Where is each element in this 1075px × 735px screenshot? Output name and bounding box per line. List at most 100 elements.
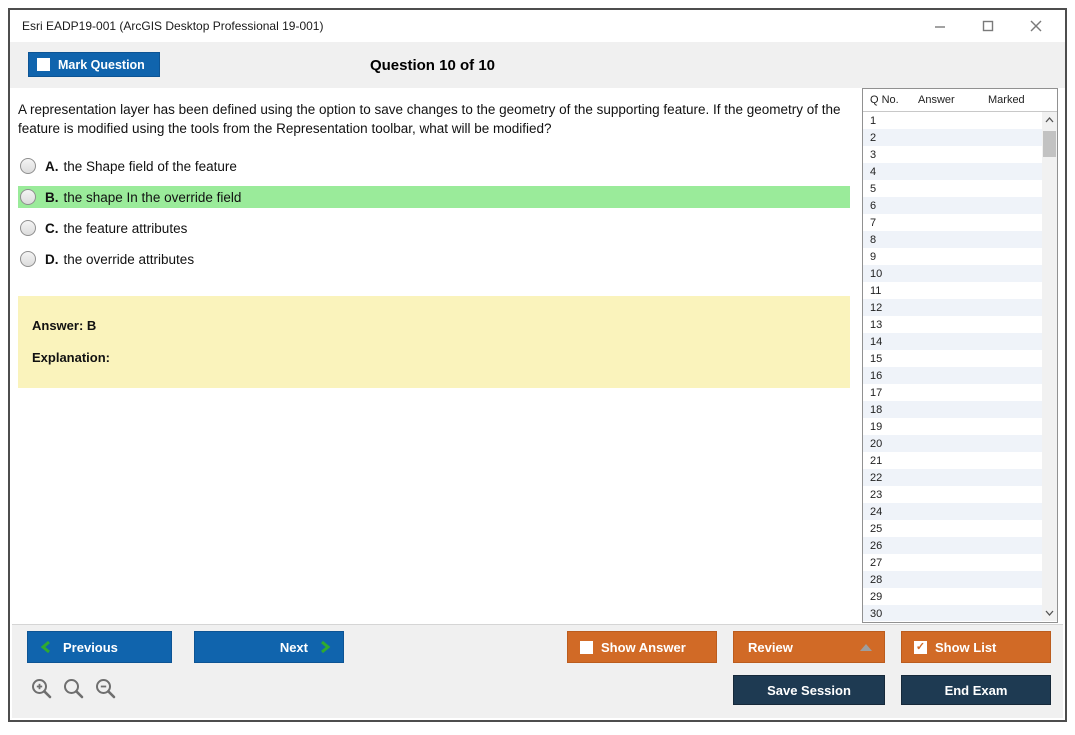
question-list-row[interactable]: 1 xyxy=(863,112,1042,129)
question-list-row[interactable]: 23 xyxy=(863,486,1042,503)
radio-option-b[interactable] xyxy=(20,189,36,205)
question-list-row[interactable]: 7 xyxy=(863,214,1042,231)
question-list-row[interactable]: 19 xyxy=(863,418,1042,435)
answer-line: Answer: B xyxy=(32,318,97,333)
question-list-row[interactable]: 25 xyxy=(863,520,1042,537)
question-list-row[interactable]: 16 xyxy=(863,367,1042,384)
option-text: the override attributes xyxy=(63,251,195,267)
question-list-row[interactable]: 4 xyxy=(863,163,1042,180)
question-list-row[interactable]: 26 xyxy=(863,537,1042,554)
question-list-row[interactable]: 18 xyxy=(863,401,1042,418)
question-list-row[interactable]: 6 xyxy=(863,197,1042,214)
exam-window: Esri EADP19-001 (ArcGIS Desktop Professi… xyxy=(8,8,1067,722)
option-text: the Shape field of the feature xyxy=(63,158,237,174)
question-list-cell: 17 xyxy=(870,386,883,399)
question-list-body-wrap: 1 2 3 4 5 6 7 8 9 10 11 12 13 14 15 16 17 18 19 20 21 22 23 24 2… xyxy=(863,112,1057,621)
radio-option-a[interactable] xyxy=(20,158,36,174)
question-list-scrollbar[interactable] xyxy=(1042,112,1057,621)
scroll-up-arrow-icon[interactable] xyxy=(1042,112,1057,128)
maximize-button[interactable] xyxy=(981,19,995,33)
column-header-answer: Answer xyxy=(918,94,955,106)
question-list-cell: 14 xyxy=(870,335,883,348)
column-header-marked: Marked xyxy=(988,94,1025,106)
option-b[interactable]: B. the shape In the override field xyxy=(18,186,850,208)
question-list-row[interactable]: 10 xyxy=(863,265,1042,282)
option-text: the shape In the override field xyxy=(63,189,242,205)
option-c[interactable]: C. the feature attributes xyxy=(18,217,850,239)
column-header-qno: Q No. xyxy=(870,94,899,106)
question-pane: A representation layer has been defined … xyxy=(18,88,860,388)
question-list-row[interactable]: 17 xyxy=(863,384,1042,401)
zoom-reset-icon[interactable] xyxy=(62,677,86,701)
question-list-row[interactable]: 28 xyxy=(863,571,1042,588)
question-list-row[interactable]: 22 xyxy=(863,469,1042,486)
question-list-row[interactable]: 15 xyxy=(863,350,1042,367)
question-list-row[interactable]: 30 xyxy=(863,605,1042,621)
question-list-row[interactable]: 8 xyxy=(863,231,1042,248)
zoom-out-icon[interactable] xyxy=(94,677,118,701)
question-list-row[interactable]: 11 xyxy=(863,282,1042,299)
option-letter: A. xyxy=(45,158,59,174)
question-list-row[interactable]: 2 xyxy=(863,129,1042,146)
question-list-row[interactable]: 13 xyxy=(863,316,1042,333)
show-list-label: Show List xyxy=(935,639,997,655)
review-dropdown-button[interactable]: Review xyxy=(733,631,885,663)
question-list-row[interactable]: 14 xyxy=(863,333,1042,350)
question-list-row[interactable]: 27 xyxy=(863,554,1042,571)
title-bar: Esri EADP19-001 (ArcGIS Desktop Professi… xyxy=(10,10,1065,42)
save-session-button[interactable]: Save Session xyxy=(733,675,885,705)
window-controls xyxy=(933,19,1051,33)
question-list-cell: 11 xyxy=(870,284,882,297)
show-answer-checkbox[interactable] xyxy=(580,640,593,654)
answer-box: Answer: B Explanation: xyxy=(18,296,850,388)
minimize-button[interactable] xyxy=(933,19,947,33)
option-a[interactable]: A. the Shape field of the feature xyxy=(18,155,850,177)
question-list-row[interactable]: 5 xyxy=(863,180,1042,197)
radio-option-d[interactable] xyxy=(20,251,36,267)
show-answer-button[interactable]: Show Answer xyxy=(567,631,717,663)
question-list-cell: 19 xyxy=(870,420,883,433)
save-session-label: Save Session xyxy=(767,682,851,698)
question-text: A representation layer has been defined … xyxy=(18,102,841,136)
explanation-line: Explanation: xyxy=(32,350,111,365)
show-list-button[interactable]: ✓ Show List xyxy=(901,631,1051,663)
question-list-cell: 16 xyxy=(870,369,883,382)
question-list-row[interactable]: 20 xyxy=(863,435,1042,452)
question-list-row[interactable]: 21 xyxy=(863,452,1042,469)
option-letter: B. xyxy=(45,189,59,205)
option-text: the feature attributes xyxy=(63,220,188,236)
scrollbar-thumb[interactable] xyxy=(1043,131,1056,157)
question-list-row[interactable]: 3 xyxy=(863,146,1042,163)
close-button[interactable] xyxy=(1029,19,1043,33)
question-list-cell: 8 xyxy=(870,233,877,246)
question-list-cell: 2 xyxy=(870,131,877,144)
footer-bar: Previous Next Show Answer Review ✓ Show … xyxy=(12,624,1063,718)
question-list-cell: 13 xyxy=(870,318,883,331)
question-list-cell: 29 xyxy=(870,590,883,603)
previous-button[interactable]: Previous xyxy=(27,631,172,663)
content-area: A representation layer has been defined … xyxy=(10,88,1065,628)
question-list-cell: 28 xyxy=(870,573,883,586)
zoom-in-icon[interactable] xyxy=(30,677,54,701)
next-button[interactable]: Next xyxy=(194,631,344,663)
question-list-cell: 10 xyxy=(870,267,883,280)
radio-option-c[interactable] xyxy=(20,220,36,236)
question-list-row[interactable]: 29 xyxy=(863,588,1042,605)
header-strip: Mark Question Question 10 of 10 xyxy=(10,42,1065,88)
show-list-checkbox-checked[interactable]: ✓ xyxy=(914,640,927,654)
end-exam-button[interactable]: End Exam xyxy=(901,675,1051,705)
scroll-down-arrow-icon[interactable] xyxy=(1042,605,1057,621)
screenshot-page: Esri EADP19-001 (ArcGIS Desktop Professi… xyxy=(0,0,1075,735)
option-d[interactable]: D. the override attributes xyxy=(18,248,850,270)
zoom-toolbar xyxy=(30,677,118,701)
question-counter: Question 10 of 10 xyxy=(369,56,496,74)
question-list-cell: 7 xyxy=(870,216,877,229)
question-list-row[interactable]: 24 xyxy=(863,503,1042,520)
question-list-cell: 21 xyxy=(870,454,883,467)
question-list-row[interactable]: 9 xyxy=(863,248,1042,265)
question-list-cell: 20 xyxy=(870,437,883,450)
question-list-cell: 30 xyxy=(870,607,883,620)
question-list-cell: 23 xyxy=(870,488,883,501)
question-list-cell: 9 xyxy=(870,250,877,263)
question-list-row[interactable]: 12 xyxy=(863,299,1042,316)
